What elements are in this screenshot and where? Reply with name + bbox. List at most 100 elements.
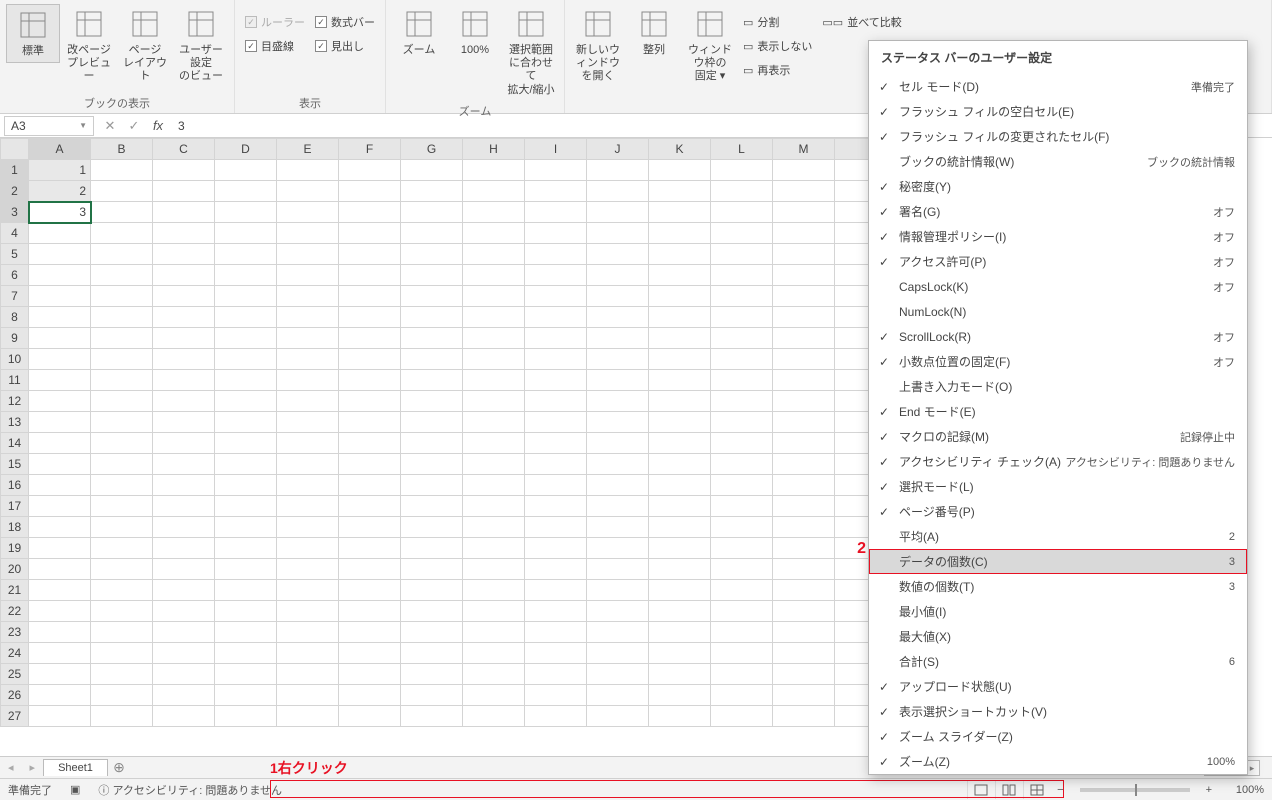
cell[interactable]	[649, 391, 711, 412]
cell[interactable]	[29, 601, 91, 622]
cell[interactable]	[711, 496, 773, 517]
cell[interactable]	[29, 685, 91, 706]
cell[interactable]	[339, 286, 401, 307]
cell[interactable]	[215, 622, 277, 643]
cell[interactable]	[711, 538, 773, 559]
cell[interactable]	[463, 496, 525, 517]
cell[interactable]	[215, 517, 277, 538]
cell[interactable]	[339, 328, 401, 349]
cell[interactable]	[339, 538, 401, 559]
hide[interactable]: ▭ 表示しない	[743, 38, 812, 54]
row-header[interactable]: 24	[1, 643, 29, 664]
cell[interactable]	[215, 391, 277, 412]
menu-item[interactable]: 数値の個数(T)3	[869, 574, 1247, 599]
cell[interactable]	[277, 202, 339, 223]
cell[interactable]	[339, 160, 401, 181]
cell[interactable]	[401, 559, 463, 580]
row-header[interactable]: 27	[1, 706, 29, 727]
cell[interactable]	[215, 244, 277, 265]
cell[interactable]	[649, 202, 711, 223]
cell[interactable]	[215, 496, 277, 517]
cell[interactable]	[711, 328, 773, 349]
zoom-in-icon[interactable]: +	[1200, 784, 1218, 796]
cell[interactable]	[463, 286, 525, 307]
cell[interactable]	[29, 706, 91, 727]
menu-item[interactable]: ✓マクロの記録(M)記録停止中	[869, 424, 1247, 449]
cell[interactable]	[91, 265, 153, 286]
menu-item[interactable]: ブックの統計情報(W)ブックの統計情報	[869, 149, 1247, 174]
cell[interactable]	[463, 454, 525, 475]
cell[interactable]	[525, 286, 587, 307]
row-header[interactable]: 4	[1, 223, 29, 244]
cell[interactable]	[587, 202, 649, 223]
cell[interactable]	[91, 706, 153, 727]
cell[interactable]	[29, 244, 91, 265]
cell[interactable]	[711, 370, 773, 391]
cell[interactable]	[339, 181, 401, 202]
cell[interactable]	[91, 244, 153, 265]
view-page-break[interactable]: 改ページプレビュー	[62, 4, 116, 88]
cell[interactable]	[215, 580, 277, 601]
menu-item[interactable]: ✓End モード(E)	[869, 399, 1247, 424]
zoom-selection[interactable]: 選択範囲に合わせて拡大/縮小	[504, 4, 558, 101]
cell[interactable]	[91, 454, 153, 475]
cell[interactable]	[463, 433, 525, 454]
cell[interactable]	[649, 433, 711, 454]
cell[interactable]	[463, 244, 525, 265]
cell[interactable]	[711, 307, 773, 328]
cell[interactable]	[711, 706, 773, 727]
cell[interactable]	[587, 706, 649, 727]
cell[interactable]	[463, 412, 525, 433]
add-sheet-icon[interactable]: ⊕	[108, 759, 130, 776]
col-header[interactable]: I	[525, 139, 587, 160]
cell[interactable]	[91, 559, 153, 580]
cell[interactable]	[587, 412, 649, 433]
cell[interactable]	[525, 475, 587, 496]
col-header[interactable]: K	[649, 139, 711, 160]
cell[interactable]	[277, 391, 339, 412]
cell[interactable]	[711, 223, 773, 244]
row-header[interactable]: 19	[1, 538, 29, 559]
cell[interactable]	[339, 454, 401, 475]
cell[interactable]	[463, 160, 525, 181]
row-header[interactable]: 20	[1, 559, 29, 580]
cell[interactable]	[91, 160, 153, 181]
cell[interactable]	[773, 223, 835, 244]
cell[interactable]	[711, 433, 773, 454]
cell[interactable]	[587, 559, 649, 580]
cell[interactable]	[153, 601, 215, 622]
cell[interactable]	[153, 412, 215, 433]
status-bar[interactable]: 準備完了 ▣ ⓘ アクセシビリティ: 問題ありません − + 100%	[0, 778, 1272, 800]
cell[interactable]	[91, 496, 153, 517]
cell[interactable]	[649, 328, 711, 349]
row-header[interactable]: 7	[1, 286, 29, 307]
cell[interactable]	[91, 370, 153, 391]
cell[interactable]	[153, 202, 215, 223]
cell[interactable]	[711, 685, 773, 706]
cell[interactable]	[711, 601, 773, 622]
cell[interactable]	[153, 706, 215, 727]
cell[interactable]	[215, 454, 277, 475]
cell[interactable]	[711, 286, 773, 307]
col-header[interactable]: E	[277, 139, 339, 160]
row-header[interactable]: 11	[1, 370, 29, 391]
cell[interactable]	[773, 706, 835, 727]
cell[interactable]	[649, 664, 711, 685]
cell[interactable]	[525, 433, 587, 454]
menu-item[interactable]: CapsLock(K)オフ	[869, 274, 1247, 299]
split[interactable]: ▭ 分割	[743, 14, 812, 30]
cell[interactable]	[711, 517, 773, 538]
cell[interactable]	[525, 643, 587, 664]
cell[interactable]	[649, 223, 711, 244]
menu-item[interactable]: ✓ScrollLock(R)オフ	[869, 324, 1247, 349]
name-box[interactable]: A3 ▼	[4, 116, 94, 136]
cell[interactable]	[463, 706, 525, 727]
cell[interactable]	[463, 223, 525, 244]
cell[interactable]	[649, 265, 711, 286]
cell[interactable]	[91, 412, 153, 433]
cell[interactable]	[215, 559, 277, 580]
col-header[interactable]: F	[339, 139, 401, 160]
cell[interactable]	[153, 349, 215, 370]
cell[interactable]	[711, 181, 773, 202]
macro-record-icon[interactable]: ▣	[70, 783, 80, 796]
